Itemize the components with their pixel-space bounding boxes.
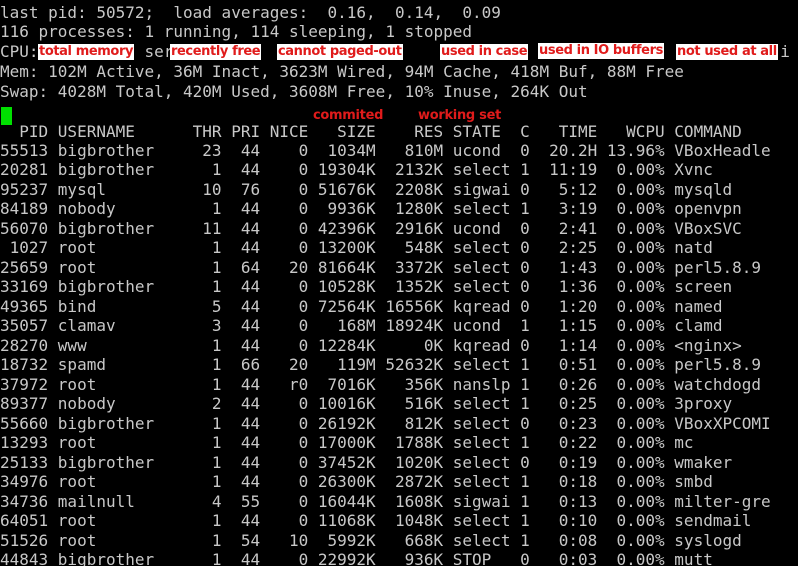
- annotation-commited: commited: [313, 108, 384, 123]
- annotation-not-used-at-all: not used at all: [676, 44, 778, 60]
- table-row: 33169 bigbrother 1 44 0 10528K 1352K sel…: [0, 277, 733, 296]
- table-row: 18732 spamd 1 66 20 119M 52632K select 1…: [0, 355, 761, 374]
- table-row: 28270 www 1 44 0 12284K 0K kqread 0 1:14…: [0, 336, 742, 355]
- annotation-used-in-io-buffers: used in IO buffers: [538, 43, 664, 59]
- process-table-header: PID USERNAME THR PRI NICE SIZE RES STATE…: [0, 122, 742, 141]
- top-mem-line: Mem: 102M Active, 36M Inact, 3623M Wired…: [0, 62, 684, 81]
- table-row: 25133 bigbrother 1 44 0 37452K 1020K sel…: [0, 453, 733, 472]
- table-row: 13293 root 1 44 0 17000K 1788K select 1 …: [0, 433, 694, 452]
- table-row: 84189 nobody 1 44 0 9936K 1280K select 1…: [0, 199, 742, 218]
- top-processes-line: 116 processes: 1 running, 114 sleeping, …: [0, 22, 473, 41]
- table-row: 20281 bigbrother 1 44 0 19304K 2132K sel…: [0, 160, 713, 179]
- annotation-cannot-paged-out: cannot paged-out: [277, 44, 403, 60]
- table-row: 35057 clamav 3 44 0 168M 18924K ucond 1 …: [0, 316, 723, 335]
- table-row: 34736 mailnull 4 55 0 16044K 1608K sigwa…: [0, 492, 771, 511]
- table-row: 44843 bigbrother 1 44 0 22992K 936K STOP…: [0, 550, 713, 566]
- annotation-total-memory: total memory: [38, 44, 135, 60]
- annotation-recently-free: recently free: [170, 44, 262, 60]
- annotation-used-in-case: used in case: [440, 44, 529, 60]
- table-row: 55660 bigbrother 1 44 0 26192K 812K sele…: [0, 414, 771, 433]
- top-swap-line: Swap: 4028M Total, 420M Used, 3608M Free…: [0, 82, 588, 101]
- table-row: 55513 bigbrother 23 44 0 1034M 810M ucon…: [0, 141, 771, 160]
- table-row: 64051 root 1 44 0 11068K 1048K select 1 …: [0, 511, 752, 530]
- table-row: 25659 root 1 64 20 81664K 3372K select 0…: [0, 258, 761, 277]
- table-row: 1027 root 1 44 0 13200K 548K select 0 2:…: [0, 238, 713, 257]
- annotation-working-set: working set: [418, 108, 502, 123]
- table-row: 34976 root 1 44 0 26300K 2872K select 1 …: [0, 472, 713, 491]
- terminal-window[interactable]: last pid: 50572; load averages: 0.16, 0.…: [0, 0, 798, 566]
- table-row: 95237 mysql 10 76 0 51676K 2208K sigwai …: [0, 180, 733, 199]
- top-last-pid-line: last pid: 50572; load averages: 0.16, 0.…: [0, 3, 501, 22]
- table-row: 51526 root 1 54 10 5992K 668K select 1 0…: [0, 531, 742, 550]
- table-row: 49365 bind 5 44 0 72564K 16556K kqread 0…: [0, 297, 723, 316]
- table-row: 89377 nobody 2 44 0 10016K 516K select 1…: [0, 394, 733, 413]
- table-row: 56070 bigbrother 11 44 0 42396K 2916K uc…: [0, 219, 742, 238]
- table-row: 37972 root 1 44 r0 7016K 356K nanslp 1 0…: [0, 375, 761, 394]
